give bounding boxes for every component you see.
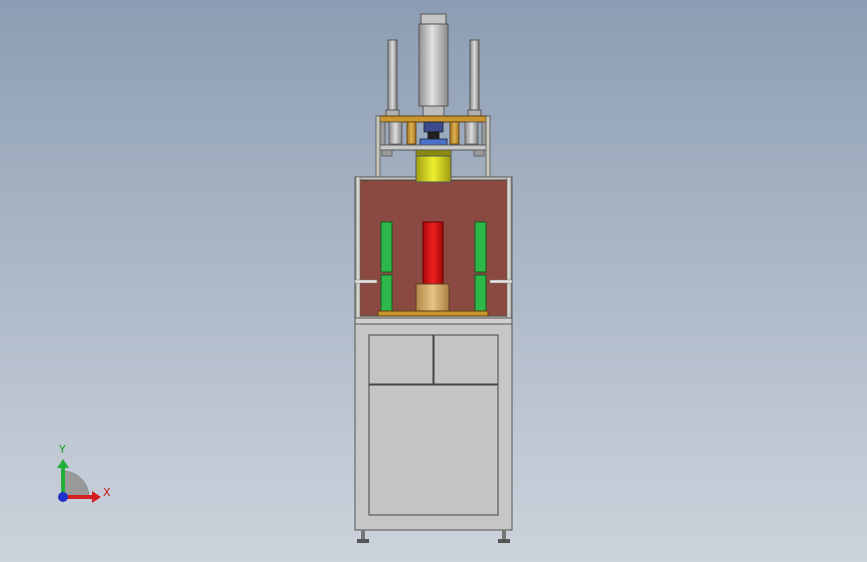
y-axis-label: Y (59, 443, 66, 456)
cabinet-drawer-right (433, 334, 499, 385)
cad-viewport[interactable]: Y X (0, 0, 867, 562)
main-cylinder[interactable] (418, 13, 449, 117)
orientation-triad[interactable] (57, 459, 101, 503)
leveling-feet (357, 530, 510, 543)
top-plate[interactable] (376, 115, 491, 147)
cabinet-drawer-left (368, 334, 434, 385)
red-ram[interactable] (422, 221, 444, 285)
z-axis-dot (58, 492, 68, 502)
cabinet-door (368, 384, 499, 516)
x-axis-label: X (103, 486, 111, 499)
bed-plate[interactable] (377, 310, 489, 317)
press-machine-model[interactable] (0, 0, 867, 562)
lower-die[interactable] (415, 283, 450, 313)
base-cabinet[interactable] (354, 317, 513, 531)
moving-plate[interactable] (377, 144, 489, 157)
upper-die[interactable] (415, 155, 452, 183)
